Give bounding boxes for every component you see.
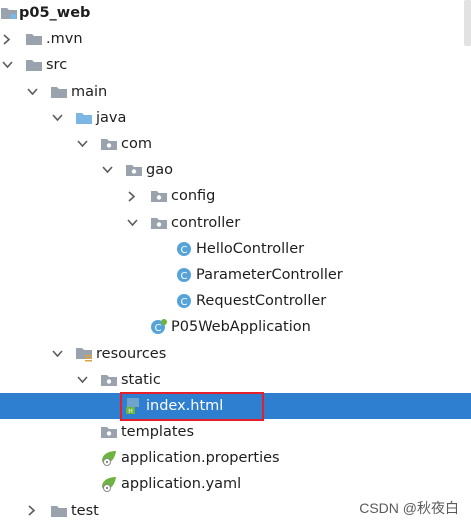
java-class-icon: C	[175, 236, 193, 262]
tree-item-parametercontroller[interactable]: C ParameterController	[0, 262, 471, 288]
vertical-scrollbar[interactable]	[464, 0, 471, 46]
package-icon	[125, 157, 143, 183]
tree-item-label: com	[121, 136, 152, 153]
chevron-down-icon[interactable]	[76, 367, 88, 393]
tree-item-gao[interactable]: gao	[0, 157, 471, 183]
tree-item-application-yaml[interactable]: application.yaml	[0, 471, 471, 497]
tree-item-label: .mvn	[46, 31, 83, 48]
chevron-down-icon[interactable]	[51, 105, 63, 131]
tree-item-label: P05WebApplication	[171, 319, 311, 336]
chevron-right-icon[interactable]	[1, 26, 13, 52]
package-icon	[150, 210, 168, 236]
tree-item-label: main	[71, 83, 108, 100]
watermark: CSDN @秋夜白	[359, 500, 459, 516]
chevron-down-icon[interactable]	[76, 131, 88, 157]
java-class-icon: C	[175, 262, 193, 288]
tree-item-label: src	[46, 57, 68, 74]
svg-text:H: H	[128, 408, 133, 415]
tree-item-main[interactable]: main	[0, 79, 471, 105]
tree-item-label: gao	[146, 162, 173, 179]
chevron-down-icon[interactable]	[26, 79, 38, 105]
tree-item-label: test	[71, 502, 99, 519]
tree-item-label: application.properties	[121, 450, 280, 467]
module-folder-icon	[0, 0, 18, 26]
svg-text:C: C	[181, 245, 188, 256]
tree-item-p05-web[interactable]: p05_web	[0, 0, 471, 26]
tree-item-label: index.html	[146, 397, 224, 414]
tree-item-label: resources	[96, 345, 167, 362]
java-class-icon: C	[175, 288, 193, 314]
chevron-right-icon[interactable]	[26, 498, 38, 524]
folder-icon	[50, 79, 68, 105]
tree-item-config[interactable]: config	[0, 183, 471, 209]
tree-item-label: p05_web	[19, 5, 91, 22]
folder-icon	[25, 52, 43, 78]
tree-item-mvn[interactable]: .mvn	[0, 26, 471, 52]
svg-text:C: C	[181, 271, 188, 282]
tree-item-com[interactable]: com	[0, 131, 471, 157]
package-icon	[150, 183, 168, 209]
tree-item-label: application.yaml	[121, 476, 242, 493]
resources-folder-icon	[75, 340, 93, 366]
tree-item-p05webapplication[interactable]: C P05WebApplication	[0, 314, 471, 340]
project-tree: p05_web .mvn src main java com gao config contro…	[0, 0, 471, 524]
svg-text:C: C	[155, 323, 162, 334]
chevron-down-icon[interactable]	[51, 340, 63, 366]
tree-item-label: templates	[121, 424, 195, 441]
package-icon	[100, 131, 118, 157]
tree-item-hellocontroller[interactable]: C HelloController	[0, 236, 471, 262]
package-icon	[100, 367, 118, 393]
tree-item-src[interactable]: src	[0, 52, 471, 78]
tree-item-label: static	[121, 371, 161, 388]
tree-item-java[interactable]: java	[0, 105, 471, 131]
tree-item-label: java	[96, 109, 127, 126]
package-icon	[100, 419, 118, 445]
svg-text:C: C	[181, 297, 188, 308]
chevron-down-icon[interactable]	[126, 210, 138, 236]
folder-icon	[50, 498, 68, 524]
spring-boot-class-icon: C	[150, 314, 168, 340]
tree-item-index-html[interactable]: Hindex.html	[0, 392, 471, 419]
chevron-right-icon[interactable]	[126, 183, 138, 209]
tree-item-label: controller	[171, 214, 241, 231]
tree-item-requestcontroller[interactable]: C RequestController	[0, 288, 471, 314]
tree-item-label: HelloController	[196, 240, 305, 257]
tree-item-templates[interactable]: templates	[0, 419, 471, 445]
chevron-down-icon[interactable]	[101, 157, 113, 183]
tree-item-resources[interactable]: resources	[0, 340, 471, 366]
html-file-icon: H	[125, 393, 143, 419]
tree-item-label: config	[171, 188, 216, 205]
spring-config-icon	[100, 445, 118, 471]
tree-item-label: ParameterController	[196, 266, 343, 283]
source-folder-icon	[75, 105, 93, 131]
chevron-down-icon[interactable]	[1, 52, 13, 78]
tree-item-label: RequestController	[196, 293, 327, 310]
spring-config-icon	[100, 471, 118, 497]
folder-icon	[25, 26, 43, 52]
tree-item-static[interactable]: static	[0, 367, 471, 393]
tree-item-controller[interactable]: controller	[0, 210, 471, 236]
tree-item-application-properties[interactable]: application.properties	[0, 445, 471, 471]
